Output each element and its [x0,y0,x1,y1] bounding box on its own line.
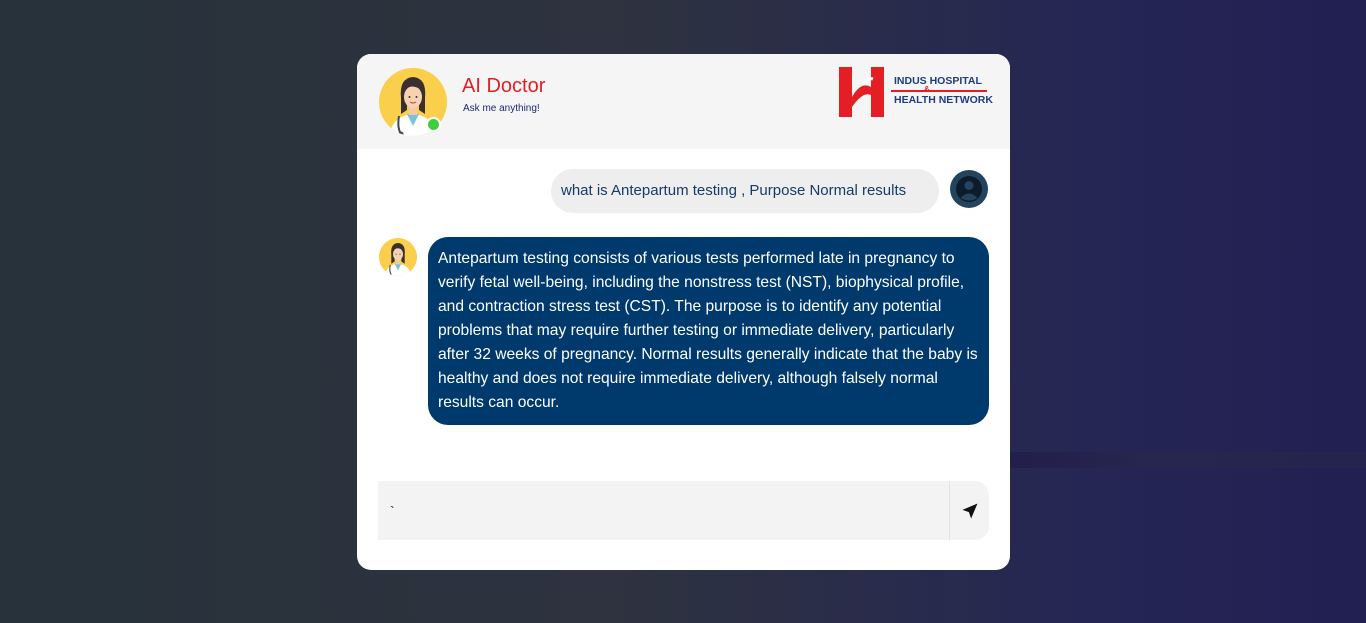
chat-title: AI Doctor [462,75,546,97]
message-composer [378,481,989,540]
logo-ampersand: & [924,85,930,94]
background-bar [1008,452,1366,468]
user-avatar-icon [950,170,988,208]
hospital-logo-mark [839,67,884,117]
chat-window: AI Doctor Ask me anything! INDUS HOSPITA… [357,54,1010,570]
chat-header: AI Doctor Ask me anything! INDUS HOSPITA… [357,54,1010,149]
bot-message: Antepartum testing consists of various t… [428,237,989,425]
user-message: what is Antepartum testing , Purpose Nor… [551,169,939,213]
logo-text-line2: HEALTH NETWORK [894,94,993,106]
logo-text-line1: INDUS HOSPITAL [894,75,982,87]
send-button[interactable] [950,481,989,540]
send-icon [962,503,977,518]
chat-subtitle: Ask me anything! [463,103,540,114]
message-input[interactable] [378,481,949,540]
doctor-avatar-icon [379,238,417,276]
online-status-indicator [426,117,441,132]
hospital-logo: INDUS HOSPITAL & HEALTH NETWORK [839,67,993,117]
logo-divider [891,90,987,92]
